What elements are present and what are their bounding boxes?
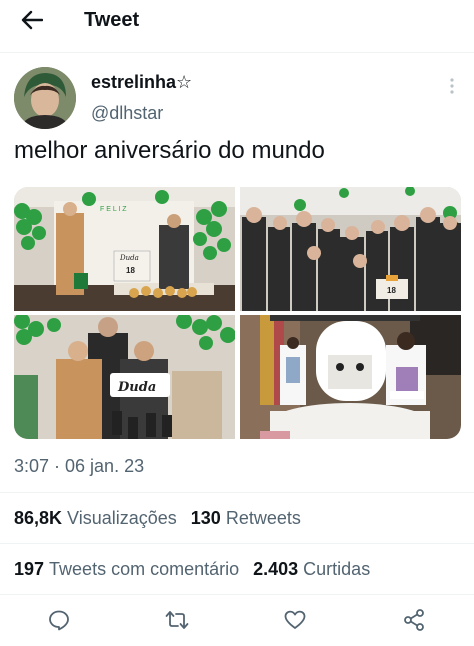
media-grid: F E L I Z Duda 18 18 Duda <box>14 187 461 439</box>
photo-1-cake-name: Duda <box>119 254 139 262</box>
tweet-photo-3[interactable]: Duda <box>14 315 235 439</box>
tweet-action-bar <box>0 606 474 638</box>
reply-icon <box>47 608 71 637</box>
author-handle[interactable]: @dlhstar <box>91 103 163 124</box>
more-options-button[interactable] <box>442 77 462 99</box>
photo-3-name-sign: Duda <box>117 380 156 395</box>
photo-1-cake-number: 18 <box>126 266 135 275</box>
arrow-left-icon <box>21 10 44 35</box>
tweet-photo-4[interactable] <box>240 315 461 439</box>
retweet-icon <box>164 608 190 637</box>
retweets-label[interactable]: Retweets <box>226 508 301 529</box>
likes-count[interactable]: 2.403 <box>253 559 298 580</box>
views-label[interactable]: Visualizações <box>67 508 177 529</box>
quotes-count[interactable]: 197 <box>14 559 44 580</box>
photo-2-cake-number: 18 <box>387 286 396 295</box>
stats-divider-1 <box>0 543 474 544</box>
photo-1-sign-text: F E L I Z <box>100 206 127 213</box>
tweet-text: melhor aniversário do mundo <box>14 137 325 164</box>
share-button[interactable] <box>396 606 432 638</box>
likes-label[interactable]: Curtidas <box>303 559 370 580</box>
reply-button[interactable] <box>41 606 77 638</box>
stats-row-quotes-likes: 197 Tweets com comentário 2.403 Curtidas <box>14 559 384 580</box>
quotes-label[interactable]: Tweets com comentário <box>49 559 239 580</box>
top-bar: Tweet <box>0 0 474 44</box>
retweet-button[interactable] <box>159 606 195 638</box>
like-button[interactable] <box>277 606 313 638</box>
more-vertical-icon <box>449 77 455 99</box>
back-button[interactable] <box>14 8 50 36</box>
tweet-photo-2[interactable]: 18 <box>240 187 461 311</box>
tweet-photo-1[interactable]: F E L I Z Duda 18 <box>14 187 235 311</box>
timestamp-divider <box>0 492 474 493</box>
author-display-name[interactable]: estrelinha☆ <box>91 72 192 93</box>
stats-row-views-retweets: 86,8K Visualizações 130 Retweets <box>14 508 315 529</box>
tweet-timestamp[interactable]: 3:07 · 06 jan. 23 <box>14 456 144 477</box>
views-count[interactable]: 86,8K <box>14 508 62 529</box>
retweets-count[interactable]: 130 <box>191 508 221 529</box>
share-icon <box>402 608 426 637</box>
like-icon <box>283 608 307 637</box>
avatar[interactable] <box>14 67 76 129</box>
page-title: Tweet <box>84 9 140 31</box>
header-divider <box>0 52 474 53</box>
stats-divider-2 <box>0 594 474 595</box>
